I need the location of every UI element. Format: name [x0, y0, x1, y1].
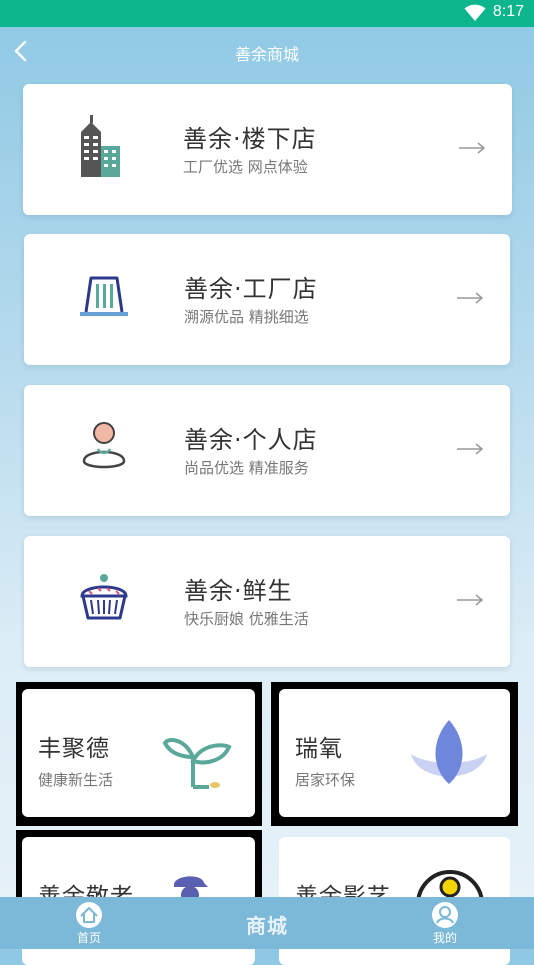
lotus-icon	[411, 720, 487, 784]
store-title: 善余·个人店	[184, 426, 318, 454]
building-icon	[81, 115, 120, 177]
store-card-downstairs[interactable]: 善余·楼下店 工厂优选 网点体验	[23, 84, 512, 215]
wifi-icon	[464, 4, 486, 21]
store-subtitle: 溯源优品 精挑细选	[184, 308, 309, 326]
tile-subtitle: 居家环保	[295, 771, 356, 789]
store-card-fresh[interactable]: 善余·鲜生 快乐厨娘 优雅生活	[24, 536, 510, 667]
store-subtitle: 工厂优选 网点体验	[183, 158, 308, 176]
store-title: 善余·鲜生	[184, 577, 293, 605]
header-bar: 善余商城	[0, 27, 534, 75]
tile-title: 瑞氧	[295, 736, 343, 762]
store-title: 善余·楼下店	[183, 125, 317, 153]
person-icon	[82, 422, 126, 469]
nav-home[interactable]: 首页	[59, 901, 119, 946]
store-subtitle: 尚品优选 精准服务	[184, 459, 309, 477]
nav-home-label: 首页	[76, 931, 101, 945]
store-title: 善余·工厂店	[184, 275, 318, 303]
tile-subtitle: 健康新生活	[38, 771, 114, 789]
store-card-factory[interactable]: 善余·工厂店 溯源优品 精挑细选	[24, 234, 510, 365]
tile-fengjude[interactable]: 丰聚德 健康新生活	[22, 689, 255, 817]
user-icon	[432, 902, 458, 928]
cupcake-icon	[80, 574, 128, 620]
arrow-right-icon	[457, 292, 484, 304]
store-subtitle: 快乐厨娘 优雅生活	[184, 610, 309, 628]
nav-mine[interactable]: 我的	[415, 901, 475, 946]
home-icon	[76, 902, 102, 928]
bottom-nav: 首页 商城 我的	[0, 897, 534, 949]
nav-mine-label: 我的	[432, 931, 457, 945]
arrow-right-icon	[459, 142, 486, 154]
tile-ruiyang[interactable]: 瑞氧 居家环保	[279, 689, 510, 817]
store-card-personal[interactable]: 善余·个人店 尚品优选 精准服务	[24, 385, 510, 516]
status-time: 8:17	[492, 3, 524, 20]
sprout-icon	[162, 738, 232, 789]
factory-icon	[80, 276, 128, 316]
arrow-right-icon	[457, 443, 484, 455]
arrow-right-icon	[457, 594, 484, 606]
tile-title: 丰聚德	[38, 736, 110, 762]
status-bar: 8:17	[0, 0, 534, 27]
page-title: 善余商城	[234, 45, 299, 64]
